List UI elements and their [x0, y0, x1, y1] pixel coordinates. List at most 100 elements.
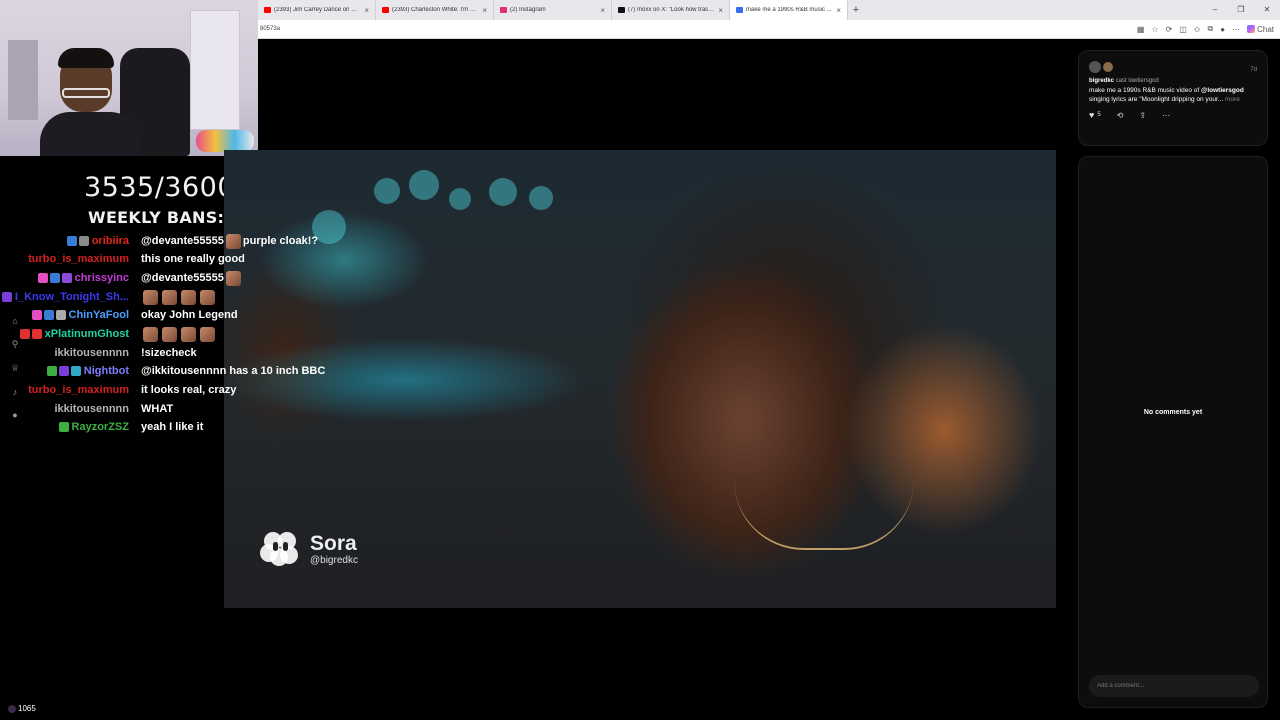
chat-message: I_Know_Tonight_Sh... [1, 288, 135, 306]
profile-icon[interactable]: ● [9, 410, 21, 420]
badge-icon [31, 329, 42, 339]
instagram-icon [500, 7, 507, 13]
webcam-door [190, 10, 240, 130]
tab-title: make me a 1990s R&B music ... [746, 7, 832, 13]
maximize-icon[interactable]: ❐ [1228, 0, 1254, 20]
close-icon[interactable]: × [600, 6, 605, 15]
video-player[interactable]: Sora @bigredkc [224, 150, 1056, 608]
refresh-icon[interactable]: ⟳ [1166, 25, 1173, 34]
emote-icon [200, 289, 215, 305]
chat-username[interactable]: I_Know_Tonight_Sh... [15, 291, 129, 303]
chat-message-body: it looks real, crazy [141, 381, 236, 399]
toolbar-icons: ▦ ☆ ⟳ ◫ ✩ ⧉ ● ⋯ Chat [1137, 24, 1280, 34]
webcam-glasses [62, 88, 110, 98]
chat-text: @ikkitousennnn has a 10 inch BBC [141, 365, 326, 377]
badge-icon [78, 236, 89, 246]
favorites-icon[interactable]: ✩ [1194, 25, 1201, 34]
chat-username[interactable]: ChinYaFool [69, 309, 130, 321]
bokeh-light [529, 186, 553, 210]
browser-tab-active[interactable]: make me a 1990s R&B music ... × [730, 0, 848, 20]
chat-message-body: @devante55555 [141, 269, 243, 287]
emote-icon [162, 326, 177, 342]
avatar[interactable] [1103, 62, 1113, 72]
youtube-icon [264, 7, 271, 13]
bell-icon[interactable]: ♪ [9, 387, 21, 397]
post-card: 7d bigredkc cast lowtiersgod make me a 1… [1078, 50, 1268, 146]
post-author[interactable]: bigredkc [1089, 78, 1114, 84]
browser-tab[interactable]: (2393) Charleston White: I'm willin... × [376, 0, 494, 20]
chat-username[interactable]: ikkitousennnn [54, 403, 129, 415]
bokeh-light [374, 178, 400, 204]
close-icon[interactable]: × [836, 6, 841, 15]
close-icon[interactable]: × [718, 6, 723, 15]
chat-username[interactable]: turbo_is_maximum [28, 253, 129, 265]
webcam-shelf [8, 40, 38, 120]
chat-username[interactable]: chrissyinc [75, 272, 129, 284]
emote-icon [225, 270, 241, 286]
star-icon[interactable]: ☆ [1151, 25, 1158, 34]
youtube-icon [382, 7, 389, 13]
sora-icon [736, 7, 743, 13]
chat-badges [1, 292, 12, 302]
screen: (2393) Jim Carrey Dance on Hey M... × (2… [0, 0, 1280, 720]
badge-icon [55, 310, 66, 320]
sora-watermark: Sora @bigredkc [260, 530, 358, 568]
chat-username[interactable]: xPlatinumGhost [45, 328, 129, 340]
chat-message-body: yeah I like it [141, 418, 203, 436]
emote-icon [143, 289, 158, 305]
chat-username[interactable]: RayzorZSZ [72, 421, 129, 433]
cast-user[interactable]: lowtiersgod [1128, 78, 1158, 84]
share-icon[interactable]: ⇪ [1139, 111, 1146, 120]
plus-icon[interactable]: + [848, 4, 864, 16]
url-field[interactable]: 80573a [258, 26, 1137, 32]
avatar[interactable] [1089, 61, 1101, 73]
remix-icon[interactable]: ⟲ [1117, 111, 1124, 120]
chat-button[interactable]: Chat [1247, 25, 1274, 34]
add-comment-input[interactable] [1089, 675, 1259, 697]
chat-badges [37, 273, 72, 283]
close-icon[interactable]: × [364, 6, 369, 15]
chat-message-body [141, 325, 217, 343]
chat-message: RayzorZSZ [58, 418, 135, 436]
browser-tab[interactable]: (2) Instagram × [494, 0, 612, 20]
chat-message-body: @devante55555 purple cloak!? [141, 232, 318, 250]
like-button[interactable]: ♥ 5 [1089, 110, 1101, 120]
post-actions: ♥ 5 ⟲ ⇪ ⋯ [1089, 110, 1257, 120]
bokeh-light [449, 188, 471, 210]
chat-text: it looks real, crazy [141, 384, 237, 396]
more-options-icon[interactable]: ⋯ [1162, 111, 1170, 120]
cast-label: cast [1115, 78, 1127, 84]
chat-message-body: @ikkitousennnn has a 10 inch BBC [141, 362, 325, 380]
menu-icon[interactable]: ⋯ [1232, 25, 1240, 34]
chat-message: ChinYaFool [31, 306, 136, 324]
minimize-icon[interactable]: – [1202, 0, 1228, 20]
chat-text: yeah I like it [141, 421, 204, 433]
grid-icon[interactable]: ▦ [1137, 25, 1145, 34]
chat-username[interactable]: ikkitousennnn [54, 347, 129, 359]
browser-tab[interactable]: (7) moxx on X: "Look how trash AI ... × [612, 0, 730, 20]
close-window-icon[interactable]: ✕ [1254, 0, 1280, 20]
post-text: make me a 1990s R&B music video of @lowt… [1089, 86, 1257, 104]
more-link[interactable]: more [1225, 96, 1240, 103]
browser-tab[interactable]: (2393) Jim Carrey Dance on Hey M... × [258, 0, 376, 20]
chat-badges [19, 329, 42, 339]
bokeh-light [409, 170, 439, 200]
profile-icon[interactable]: ● [1220, 25, 1225, 34]
collections-icon[interactable]: ⧉ [1208, 24, 1214, 34]
trophy-icon[interactable]: ♕ [9, 363, 21, 374]
tab-title: (7) moxx on X: "Look how trash AI ... [628, 7, 715, 13]
post-mention[interactable]: @lowtiersgod [1201, 87, 1244, 94]
chat-username[interactable]: turbo_is_maximum [28, 384, 129, 396]
chat-message: chrissyinc [37, 269, 135, 287]
browser-tab-bar: (2393) Jim Carrey Dance on Hey M... × (2… [258, 0, 1280, 20]
close-icon[interactable]: × [482, 6, 487, 15]
chat-username[interactable]: Nightbot [84, 365, 129, 377]
sora-watermark-text: Sora @bigredkc [310, 532, 358, 566]
badge-icon [58, 366, 69, 376]
chat-message-body: WHAT [141, 400, 173, 418]
chat-username[interactable]: oribiira [92, 235, 129, 247]
emote-icon [225, 233, 241, 249]
comments-panel: No comments yet [1078, 156, 1268, 708]
tab-title: (2393) Charleston White: I'm willin... [392, 7, 480, 13]
split-icon[interactable]: ◫ [1179, 25, 1187, 34]
